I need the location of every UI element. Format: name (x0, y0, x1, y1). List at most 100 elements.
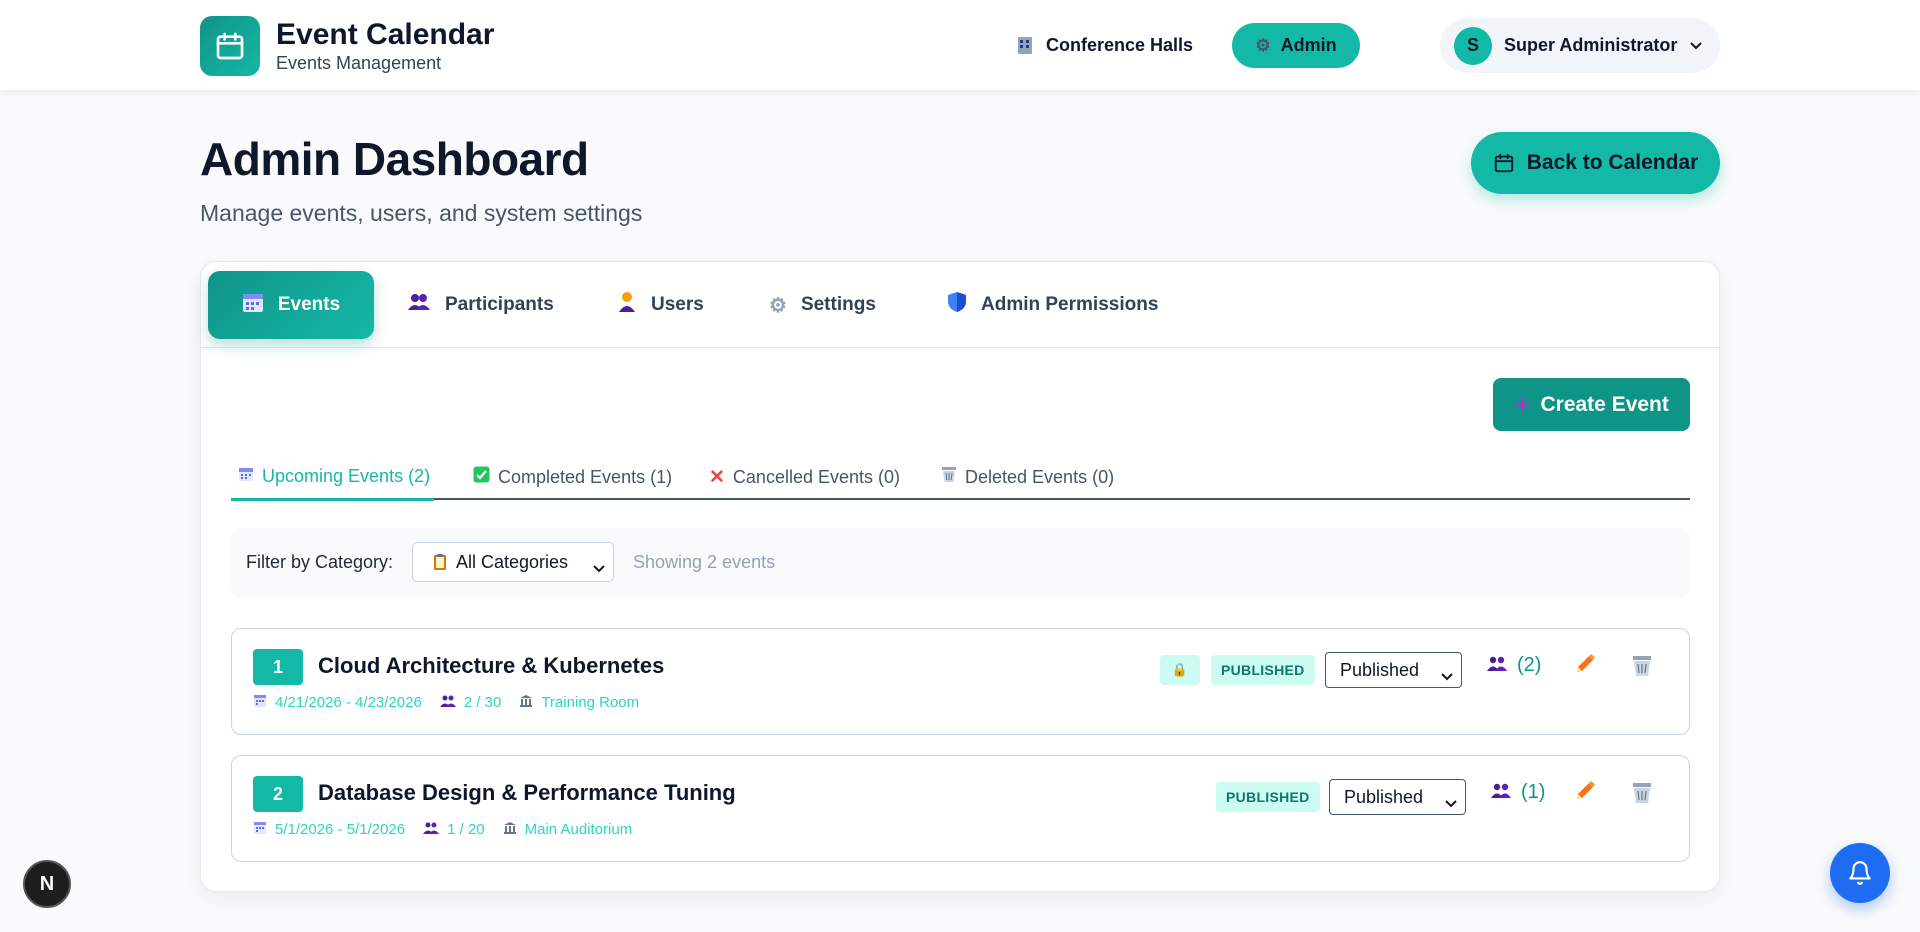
people-icon (1491, 783, 1511, 803)
view-participants-button[interactable]: (2) (1487, 654, 1541, 677)
filter-label: Filter by Category: (246, 552, 394, 572)
main-tabs: Events Participants Users ⚙ Settings Adm… (201, 262, 1719, 348)
tab-settings-label: Settings (800, 294, 876, 315)
event-capacity: 1 / 20 (447, 821, 485, 838)
nav-conference-halls[interactable]: Conference Halls (1016, 27, 1193, 63)
calendar-logo-icon (200, 16, 260, 76)
event-meta: 4/21/2026 - 4/23/2026 2 / 30 Training Ro… (253, 694, 657, 711)
event-status-tabs: Upcoming Events (2) Completed Events (1)… (231, 454, 1690, 501)
subtab-completed-label: Completed Events (1) (498, 466, 673, 487)
chevron-down-icon (1441, 665, 1453, 686)
event-title[interactable]: Database Design & Performance Tuning (318, 780, 736, 806)
nav-halls-label: Conference Halls (1046, 34, 1194, 55)
dev-tools-badge[interactable]: N (23, 860, 71, 908)
category-select-value: All Categories (456, 551, 569, 572)
app-title: Event Calendar (276, 18, 495, 51)
subtab-cancelled-label: Cancelled Events (0) (732, 466, 901, 487)
plus-icon: + (1514, 388, 1531, 420)
people-icon (423, 822, 440, 837)
subtab-deleted-label: Deleted Events (0) (965, 466, 1115, 487)
back-to-calendar-button[interactable]: Back to Calendar (1471, 132, 1720, 194)
gear-icon: ⚙ (1255, 35, 1271, 55)
category-select[interactable]: All Categories (412, 542, 614, 582)
user-icon (617, 291, 637, 319)
filter-bar: Filter by Category: All Categories Showi… (231, 528, 1690, 598)
tab-events[interactable]: Events (208, 271, 374, 339)
people-icon (1487, 656, 1507, 676)
page-title: Admin Dashboard (200, 133, 589, 185)
people-icon (407, 293, 431, 317)
event-number: 1 (253, 649, 303, 685)
participant-count: (1) (1521, 781, 1546, 803)
nav-admin[interactable]: ⚙ Admin (1232, 23, 1360, 68)
event-capacity: 2 / 30 (463, 694, 502, 711)
notifications-button[interactable] (1830, 843, 1890, 903)
status-select-value: Published (1344, 786, 1424, 807)
admin-card: Events Participants Users ⚙ Settings Adm… (200, 261, 1720, 892)
status-badge: PUBLISHED (1216, 782, 1320, 812)
event-location: Training Room (541, 694, 640, 711)
building-icon (519, 694, 533, 711)
tab-users-label: Users (651, 294, 704, 315)
view-participants-button[interactable]: (1) (1491, 781, 1545, 804)
participant-count: (2) (1517, 654, 1542, 676)
top-bar: Event Calendar Events Management Confere… (0, 0, 1920, 90)
trash-icon[interactable] (1632, 782, 1652, 809)
brand[interactable]: Event Calendar Events Management (200, 16, 494, 76)
status-badge: PUBLISHED (1211, 655, 1315, 685)
tab-participants[interactable]: Participants (407, 271, 554, 339)
edit-pencil-icon[interactable] (1574, 653, 1596, 681)
calendar-icon (1494, 153, 1513, 173)
status-select[interactable]: Published (1329, 779, 1466, 815)
calendar-icon (253, 821, 267, 838)
people-icon (439, 695, 456, 710)
building-icon (1016, 35, 1034, 55)
nav-admin-label: Admin (1280, 35, 1337, 55)
shield-icon (947, 291, 967, 319)
event-location: Main Auditorium (524, 821, 633, 838)
event-count: Showing 2 events (633, 552, 776, 572)
cross-icon: ✕ (709, 466, 725, 488)
bell-icon (1849, 861, 1871, 885)
event-number: 2 (253, 776, 303, 812)
subtab-deleted[interactable]: Deleted Events (0) (941, 454, 1114, 500)
subtab-cancelled[interactable]: ✕ Cancelled Events (0) (709, 454, 900, 500)
subtab-completed[interactable]: Completed Events (1) (473, 454, 672, 500)
tab-settings[interactable]: ⚙ Settings (769, 271, 876, 339)
create-event-label: Create Event (1540, 392, 1669, 416)
user-menu[interactable]: S Super Administrator (1440, 18, 1720, 73)
lock-icon: 🔒 (1160, 655, 1200, 685)
status-select[interactable]: Published (1325, 652, 1462, 688)
tab-events-label: Events (277, 294, 341, 315)
page-subtitle: Manage events, users, and system setting… (200, 200, 643, 226)
calendar-icon (242, 291, 264, 319)
tab-admin-permissions[interactable]: Admin Permissions (947, 271, 1158, 339)
event-dates: 5/1/2026 - 5/1/2026 (275, 821, 406, 838)
subtab-upcoming-label: Upcoming Events (2) (262, 465, 431, 486)
event-dates: 4/21/2026 - 4/23/2026 (275, 694, 422, 711)
status-select-value: Published (1340, 659, 1420, 680)
event-row[interactable]: 2 Database Design & Performance Tuning 5… (231, 755, 1690, 862)
calendar-icon (238, 466, 254, 487)
app-subtitle: Events Management (276, 53, 442, 73)
tab-admin-permissions-label: Admin Permissions (981, 294, 1159, 315)
trash-icon[interactable] (1632, 655, 1652, 682)
chevron-down-icon (593, 557, 605, 578)
avatar: S (1454, 26, 1492, 65)
event-row[interactable]: 1 Cloud Architecture & Kubernetes 4/21/2… (231, 628, 1690, 735)
event-title[interactable]: Cloud Architecture & Kubernetes (318, 653, 664, 679)
trash-icon (941, 466, 957, 488)
gear-icon: ⚙ (769, 294, 787, 317)
create-event-button[interactable]: + Create Event (1493, 378, 1690, 431)
tab-participants-label: Participants (445, 294, 554, 315)
calendar-icon (253, 694, 267, 711)
event-meta: 5/1/2026 - 5/1/2026 1 / 20 Main Auditori… (253, 821, 650, 838)
chevron-down-icon (1445, 792, 1457, 813)
user-name: Super Administrator (1504, 35, 1678, 55)
chevron-down-icon (1689, 37, 1703, 55)
check-icon (473, 466, 490, 488)
tab-users[interactable]: Users (617, 271, 704, 339)
edit-pencil-icon[interactable] (1574, 780, 1596, 808)
subtab-upcoming[interactable]: Upcoming Events (2) (231, 454, 435, 501)
building-icon (503, 821, 517, 838)
